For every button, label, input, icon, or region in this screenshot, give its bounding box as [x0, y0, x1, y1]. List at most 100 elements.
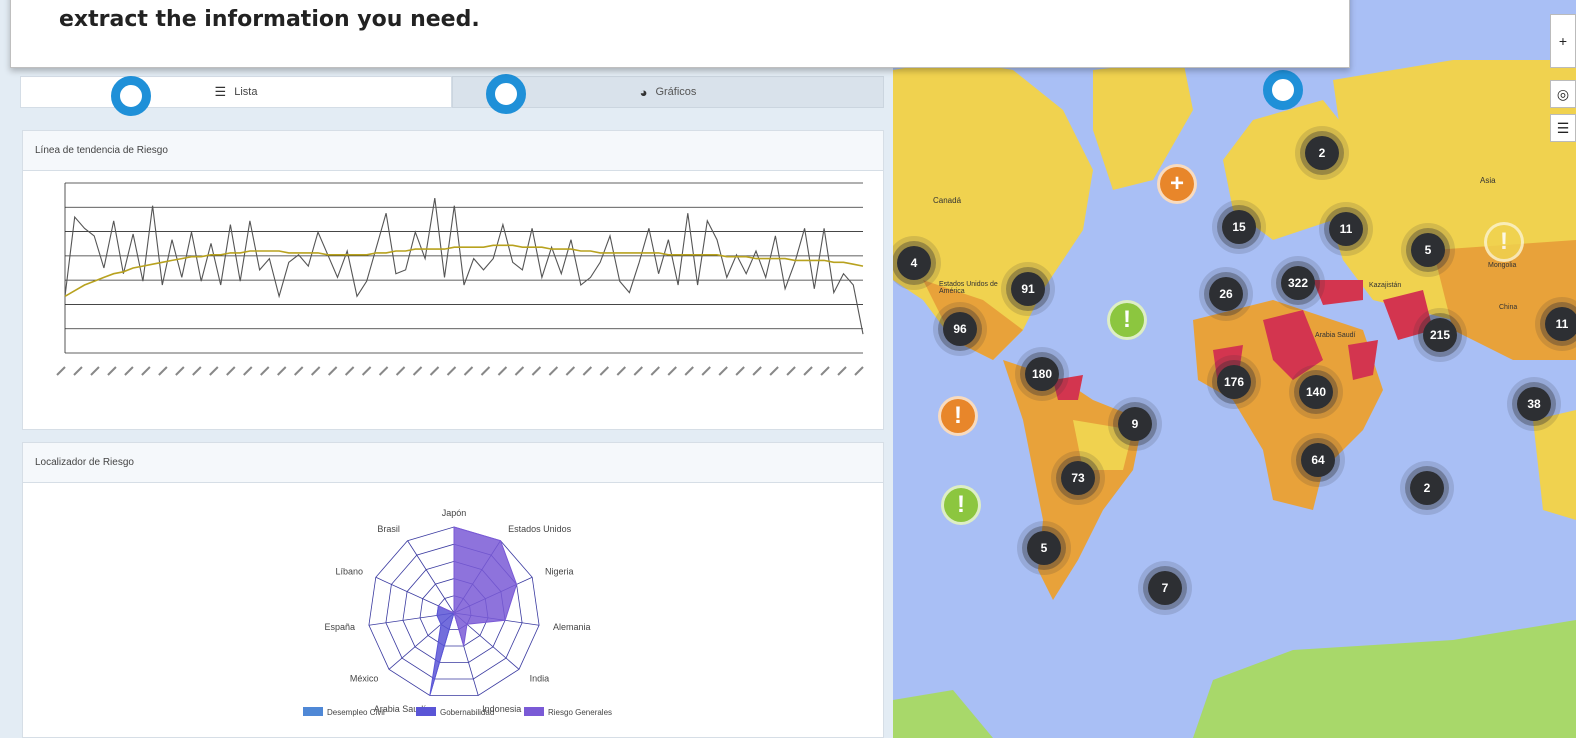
hotspot-ring[interactable] — [111, 76, 151, 116]
map-cluster[interactable]: 9 — [1118, 407, 1152, 441]
radar-axis-label: Nigeria — [545, 566, 574, 576]
x-tick-label — [531, 366, 542, 376]
map-label-usa: Estados Unidos de América — [939, 281, 998, 295]
map-label-kazakhstan: Kazajistán — [1369, 282, 1402, 289]
x-tick-label — [633, 366, 643, 376]
legend-label: Riesgo Generales — [548, 708, 612, 717]
x-tick-label — [752, 366, 762, 376]
layers-icon[interactable]: ☰ — [1550, 114, 1576, 142]
x-tick-label — [378, 366, 389, 376]
radar-axis-label: Líbano — [336, 566, 364, 576]
x-tick-label — [141, 366, 151, 376]
x-tick-label — [735, 366, 745, 376]
x-tick-label — [56, 366, 66, 376]
tooltip-banner: extract the information you need. — [10, 0, 1350, 68]
x-tick-label — [260, 366, 270, 376]
x-tick-label — [667, 366, 677, 376]
x-tick-label — [565, 366, 576, 376]
map-cluster[interactable]: 11 — [1545, 307, 1576, 341]
map-cluster[interactable]: 2 — [1410, 471, 1444, 505]
map-cluster[interactable]: 5 — [1027, 531, 1061, 565]
map-cluster[interactable]: 73 — [1061, 461, 1095, 495]
x-tick-label — [446, 366, 457, 376]
x-tick-label — [124, 366, 134, 376]
radar-axis-label: India — [530, 673, 550, 683]
map-cluster[interactable]: 11 — [1329, 212, 1363, 246]
x-tick-label — [209, 366, 219, 376]
map-cluster[interactable]: 176 — [1217, 365, 1251, 399]
map-cluster[interactable]: 64 — [1301, 443, 1335, 477]
x-tick-label — [90, 366, 100, 376]
map-label-mongolia: Mongolia — [1488, 262, 1517, 269]
radar-axis-label: Japón — [442, 508, 467, 518]
map-cluster[interactable]: 38 — [1517, 387, 1551, 421]
radar-series-1 — [429, 605, 455, 696]
x-tick-label — [616, 366, 627, 376]
radar-axis-label: Alemania — [553, 622, 591, 632]
map-cluster[interactable]: 7 — [1148, 571, 1182, 605]
map-cluster[interactable]: 2 — [1305, 136, 1339, 170]
x-tick-label — [412, 366, 423, 376]
x-tick-label — [786, 366, 796, 376]
x-tick-label — [327, 366, 338, 376]
legend-swatch — [524, 707, 544, 716]
x-tick-label — [718, 366, 728, 376]
x-tick-label — [769, 366, 779, 376]
map-cluster[interactable]: 91 — [1011, 272, 1045, 306]
legend-swatch — [303, 707, 323, 716]
map-cluster[interactable]: 4 — [897, 246, 931, 280]
alert-pin-icon[interactable]: ! — [1484, 222, 1524, 262]
radar-axis-label: España — [324, 622, 355, 632]
x-tick-label — [582, 366, 593, 376]
x-tick-label — [361, 366, 372, 376]
list-icon: ☰ — [214, 84, 227, 99]
map-cluster[interactable]: 180 — [1025, 357, 1059, 391]
x-tick-label — [243, 366, 253, 376]
tab-lista[interactable]: ☰ Lista — [20, 76, 452, 108]
locate-icon[interactable]: ◎ — [1550, 80, 1576, 108]
radar-chart-card: Localizador de Riesgo Japón Estados Unido… — [22, 442, 884, 738]
map-cluster[interactable]: 215 — [1423, 318, 1457, 352]
radar-axis-label: Brasil — [377, 524, 400, 534]
plus-pin-icon[interactable]: + — [1157, 164, 1197, 204]
map-cluster[interactable]: 140 — [1299, 375, 1333, 409]
alert-pin-icon[interactable]: ! — [938, 396, 978, 436]
hotspot-ring[interactable] — [1263, 70, 1303, 110]
x-tick-label — [854, 366, 864, 376]
x-tick-label — [803, 366, 813, 376]
map-cluster[interactable]: 5 — [1411, 233, 1445, 267]
trend-chart-title: Línea de tendencia de Riesgo — [23, 131, 883, 171]
map-cluster[interactable]: 96 — [943, 312, 977, 346]
zoom-in-button[interactable]: + — [1550, 14, 1576, 68]
x-tick-label — [684, 366, 694, 376]
tab-lista-label: Lista — [234, 86, 258, 98]
map-cluster[interactable]: 15 — [1222, 210, 1256, 244]
x-tick-label — [310, 366, 321, 376]
legend-label: Gobernabilidad — [440, 708, 494, 717]
legend-label: Desempleo Civil — [327, 708, 385, 717]
map-label-canada: Canadá — [933, 196, 962, 205]
x-tick-label — [497, 366, 508, 376]
x-tick-label — [548, 366, 559, 376]
x-tick-label — [463, 366, 474, 376]
trend-line-chart — [56, 182, 864, 376]
alert-pin-icon[interactable]: ! — [941, 485, 981, 525]
x-tick-label — [701, 366, 711, 376]
radar-axis-label: Estados Unidos — [508, 524, 572, 534]
legend-swatch — [416, 707, 436, 716]
x-tick-label — [820, 366, 830, 376]
radar-chart: JapónEstados UnidosNigeriaAlemaniaIndiaI… — [303, 508, 612, 717]
map-label-china: China — [1499, 304, 1518, 311]
x-tick-label — [175, 366, 185, 376]
map-cluster[interactable]: 322 — [1281, 266, 1315, 300]
x-tick-label — [650, 366, 660, 376]
map-cluster[interactable]: 26 — [1209, 277, 1243, 311]
x-tick-label — [514, 366, 525, 376]
map-label-asia: Asia — [1480, 176, 1496, 185]
hotspot-ring[interactable] — [486, 74, 526, 114]
trend-chart-card: Línea de tendencia de Riesgo — [22, 130, 884, 430]
alert-pin-icon[interactable]: ! — [1107, 300, 1147, 340]
tab-graficos-label: Gráficos — [655, 86, 697, 98]
series-line-1 — [64, 244, 864, 297]
world-risk-map[interactable]: Asia Canadá Estados Unidos de América Mo… — [893, 0, 1576, 738]
